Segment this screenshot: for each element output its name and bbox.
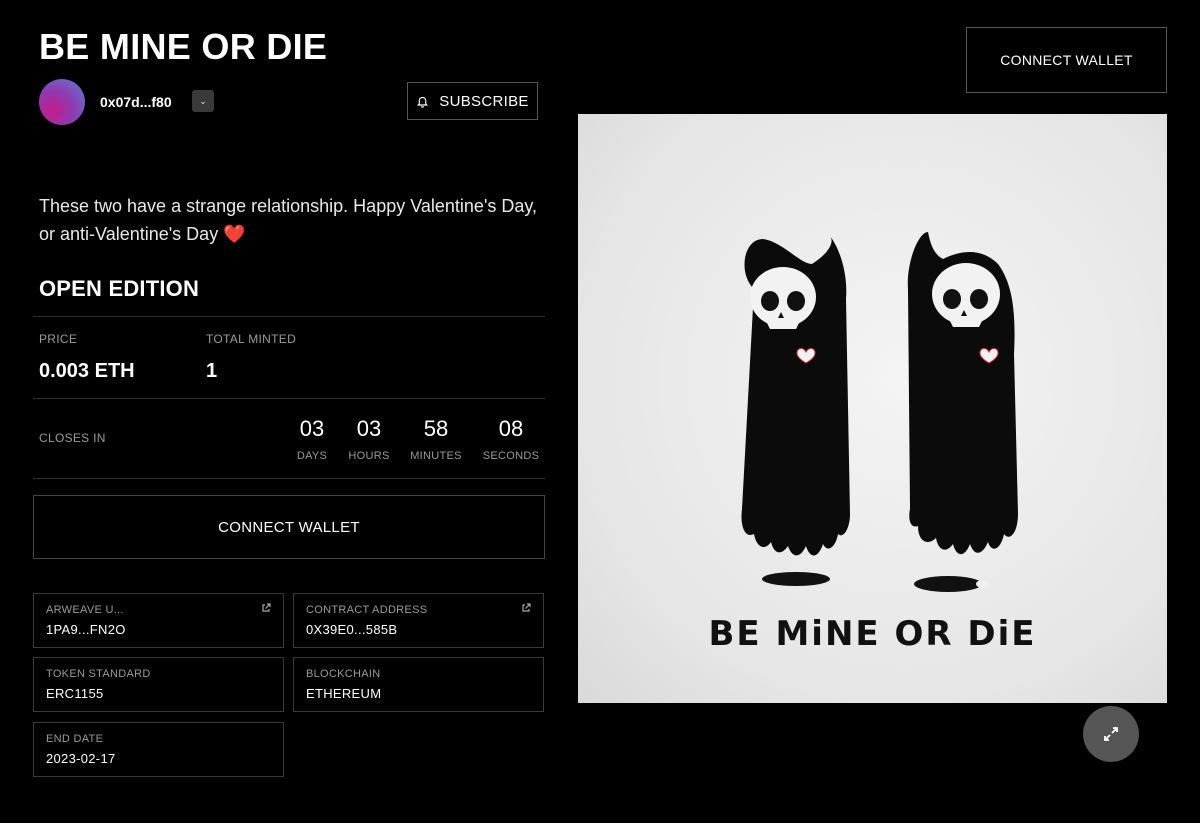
detail-card-blockchain: BLOCKCHAIN ETHEREUM: [293, 657, 544, 712]
detail-value: 1PA9...FN2O: [46, 622, 126, 637]
price-value: 0.003 ETH: [39, 360, 135, 382]
detail-key: BLOCKCHAIN: [306, 668, 381, 680]
detail-card-contract[interactable]: CONTRACT ADDRESS 0X39E0...585B: [293, 593, 544, 648]
connect-wallet-header-button[interactable]: CONNECT WALLET: [966, 27, 1167, 93]
edition-title: OPEN EDITION: [39, 276, 200, 301]
closes-in-label: CLOSES IN: [39, 431, 106, 445]
detail-key: CONTRACT ADDRESS: [306, 604, 428, 616]
detail-value: ETHEREUM: [306, 686, 382, 701]
description-text: These two have a strange relationship. H…: [39, 196, 538, 244]
artwork-image[interactable]: BE MiNE OR DiE: [578, 114, 1167, 703]
fullscreen-button[interactable]: [1083, 706, 1139, 762]
subscribe-button[interactable]: SUBSCRIBE: [407, 82, 538, 120]
countdown-value: 03: [356, 416, 382, 441]
countdown-value: 08: [498, 416, 524, 441]
detail-key: TOKEN STANDARD: [46, 668, 151, 680]
detail-card-end-date: END DATE 2023-02-17: [33, 722, 284, 777]
countdown-value: 03: [299, 416, 325, 441]
detail-key: ARWEAVE U...: [46, 604, 124, 616]
detail-key: END DATE: [46, 733, 104, 745]
countdown-unit: SECONDS: [482, 450, 540, 462]
countdown-unit: HOURS: [348, 450, 390, 462]
divider: [33, 398, 545, 399]
artwork-caption: BE MiNE OR DiE: [708, 614, 1037, 654]
countdown-days: 03 DAYS: [282, 416, 342, 462]
detail-card-arweave[interactable]: ARWEAVE U... 1PA9...FN2O: [33, 593, 284, 648]
page-title: BE MINE OR DIE: [39, 26, 328, 67]
countdown-minutes: 58 MINUTES: [406, 416, 466, 462]
countdown-hours: 03 HOURS: [339, 416, 399, 462]
countdown-seconds: 08 SECONDS: [481, 416, 541, 462]
description: These two have a strange relationship. H…: [39, 192, 554, 248]
countdown-value: 58: [423, 416, 449, 441]
divider: [33, 478, 545, 479]
detail-value: 2023-02-17: [46, 751, 116, 766]
detail-value: 0X39E0...585B: [306, 622, 398, 637]
expand-icon: [1104, 727, 1118, 741]
countdown-unit: MINUTES: [410, 450, 462, 462]
divider: [33, 316, 545, 317]
minted-value: 1: [206, 360, 218, 382]
heart-emoji: ❤️: [223, 224, 246, 244]
bell-icon: [417, 96, 429, 108]
detail-value: ERC1155: [46, 686, 104, 701]
chevron-down-icon[interactable]: ⌄: [192, 90, 214, 112]
countdown-unit: DAYS: [296, 450, 328, 462]
detail-card-token-standard: TOKEN STANDARD ERC1155: [33, 657, 284, 712]
external-link-icon[interactable]: [261, 603, 271, 613]
connect-wallet-button[interactable]: CONNECT WALLET: [33, 495, 545, 559]
subscribe-label: SUBSCRIBE: [439, 92, 529, 110]
creator-row[interactable]: 0x07d...f80 ⌄: [39, 79, 214, 125]
external-link-icon[interactable]: [521, 603, 531, 613]
price-label: PRICE: [39, 332, 78, 346]
creator-address[interactable]: 0x07d...f80: [100, 94, 172, 110]
avatar[interactable]: [39, 79, 85, 125]
minted-label: TOTAL MINTED: [206, 332, 297, 346]
